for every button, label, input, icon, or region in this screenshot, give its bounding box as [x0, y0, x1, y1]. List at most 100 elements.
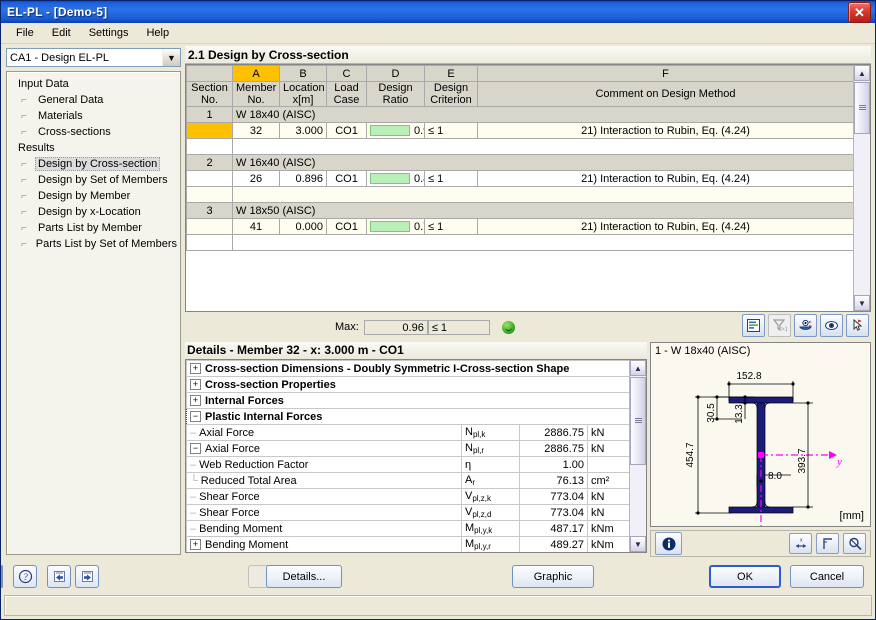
cell-member-no[interactable]: 26	[232, 170, 280, 187]
cell-design-criterion[interactable]: ≤ 1	[424, 122, 478, 139]
tree-item-design-by-x-location[interactable]: ⌐ Design by x-Location	[11, 204, 180, 220]
cell-comment[interactable]: 21) Interaction to Rubin, Eq. (4.24)	[477, 218, 854, 235]
details-row[interactable]: – Shear Force Vpl,z,k 773.04 kN	[186, 488, 630, 505]
table-section-row[interactable]: 2 W 16x40 (AISC)	[186, 154, 854, 171]
details-row[interactable]: − Axial Force Npl,r 2886.75 kN	[186, 440, 630, 457]
info-icon[interactable]	[655, 532, 682, 555]
cell-design-criterion[interactable]: ≤ 1	[424, 170, 478, 187]
cell-design-ratio[interactable]: 0.81	[366, 170, 425, 187]
scrollbar-thumb[interactable]	[854, 82, 870, 134]
tree-item-results[interactable]: Results	[11, 140, 180, 156]
scroll-down-button[interactable]: ▼	[854, 295, 870, 311]
expander-icon[interactable]: +	[190, 379, 201, 391]
details-table[interactable]: + Cross-section Dimensions - Doubly Symme…	[186, 360, 630, 552]
color-render-icon[interactable]	[794, 314, 817, 337]
table-row[interactable]: 26 0.896 CO1 0.81 ≤ 1 21) Interaction to…	[186, 170, 854, 187]
details-button[interactable]: Details...	[266, 565, 342, 588]
scroll-up-button[interactable]: ▲	[630, 360, 646, 376]
details-group-cell[interactable]: − Plastic Internal Forces	[186, 408, 630, 425]
details-row[interactable]: + Cross-section Properties	[186, 376, 630, 393]
cell-member-no[interactable]: 32	[232, 122, 280, 139]
help-icon-button[interactable]: ?	[13, 565, 37, 588]
expander-icon[interactable]: −	[190, 443, 201, 455]
cell-load-case[interactable]: CO1	[326, 122, 367, 139]
scroll-up-button[interactable]: ▲	[854, 65, 870, 81]
cell-load-case[interactable]: CO1	[326, 170, 367, 187]
blank-cells[interactable]	[232, 234, 854, 251]
cell-design-ratio[interactable]: 0.96	[366, 122, 425, 139]
tree-item-parts-list-by-set-of-members[interactable]: ⌐ Parts List by Set of Members	[11, 236, 180, 252]
chevron-down-icon[interactable]: ▼	[162, 49, 180, 66]
graphic-button[interactable]: Graphic	[512, 565, 594, 588]
expander-icon[interactable]: +	[190, 395, 201, 407]
details-row[interactable]: – Shear Force Vpl,z,d 773.04 kN	[186, 504, 630, 521]
cell-comment[interactable]: 21) Interaction to Rubin, Eq. (4.24)	[477, 122, 854, 139]
menu-item-help[interactable]: Help	[137, 25, 178, 41]
cell-design-criterion[interactable]: ≤ 1	[424, 218, 478, 235]
blank-cells[interactable]	[232, 186, 854, 203]
details-group-cell[interactable]: + Cross-section Properties	[186, 376, 630, 393]
details-group-cell[interactable]: + Internal Forces	[186, 392, 630, 409]
cell-member-no[interactable]: 41	[232, 218, 280, 235]
tree-item-general-data[interactable]: ⌐ General Data	[11, 92, 180, 108]
result-table-icon[interactable]	[742, 314, 765, 337]
details-row[interactable]: + Internal Forces	[186, 392, 630, 409]
tree-item-design-by-member[interactable]: ⌐ Design by Member	[11, 188, 180, 204]
details-group-cell[interactable]: + Cross-section Dimensions - Doubly Symme…	[186, 360, 630, 377]
zoom-icon[interactable]	[843, 533, 866, 554]
table-blank-row[interactable]	[186, 186, 854, 203]
details-row[interactable]: └ Reduced Total Area Ar 76.13 cm²	[186, 472, 630, 489]
col-letter-d[interactable]: D	[366, 65, 425, 82]
table-blank-row[interactable]	[186, 138, 854, 155]
cell-location[interactable]: 0.896	[279, 170, 327, 187]
table-section-row[interactable]: 3 W 18x50 (AISC)	[186, 202, 854, 219]
details-row[interactable]: + Cross-section Dimensions - Doubly Symme…	[186, 360, 630, 377]
details-row[interactable]: − Plastic Internal Forces	[186, 408, 630, 425]
pick-icon[interactable]	[846, 314, 869, 337]
dimensions-icon[interactable]: x	[789, 533, 812, 554]
filter-icon[interactable]: >1	[768, 314, 791, 337]
menu-item-settings[interactable]: Settings	[80, 25, 138, 41]
table-blank-row[interactable]	[186, 234, 854, 251]
tree-item-design-by-cross-section[interactable]: ⌐ Design by Cross-section	[11, 156, 180, 172]
menu-item-edit[interactable]: Edit	[43, 25, 80, 41]
tree-item-materials[interactable]: ⌐ Materials	[11, 108, 180, 124]
details-row[interactable]: – Web Reduction Factor η 1.00	[186, 456, 630, 473]
col-letter-e[interactable]: E	[424, 65, 478, 82]
menu-item-file[interactable]: File	[7, 25, 43, 41]
ok-button[interactable]: OK	[709, 565, 781, 588]
cell-load-case[interactable]: CO1	[326, 218, 367, 235]
col-letter-b[interactable]: B	[279, 65, 327, 82]
close-button[interactable]: ✕	[848, 1, 871, 23]
details-row[interactable]: – Bending Moment Mpl,y,k 487.17 kNm	[186, 520, 630, 537]
blank-cells[interactable]	[232, 138, 854, 155]
case-selector-combobox[interactable]: CA1 - Design EL-PL ▼	[6, 48, 181, 67]
next-button[interactable]	[75, 565, 99, 588]
expander-icon[interactable]: −	[190, 411, 201, 423]
previous-button[interactable]	[47, 565, 71, 588]
cell-design-ratio[interactable]: 0.75	[366, 218, 425, 235]
details-row[interactable]: + Bending Moment Mpl,y,r 489.27 kNm	[186, 536, 630, 552]
tree-item-cross-sections[interactable]: ⌐ Cross-sections	[11, 124, 180, 140]
cell-location[interactable]: 0.000	[279, 218, 327, 235]
details-scrollbar[interactable]: ▲ ▼	[629, 360, 646, 552]
axes-icon[interactable]	[816, 533, 839, 554]
results-table[interactable]: A B C D E F Section No. Member No. Locat…	[186, 65, 854, 251]
expander-icon[interactable]: +	[190, 539, 201, 551]
details-row[interactable]: – Axial Force Npl,k 2886.75 kN	[186, 424, 630, 441]
col-letter-c[interactable]: C	[326, 65, 367, 82]
cell-location[interactable]: 3.000	[279, 122, 327, 139]
table-section-row[interactable]: 1 W 18x40 (AISC)	[186, 106, 854, 123]
table-row[interactable]: 32 3.000 CO1 0.96 ≤ 1 21) Interaction to…	[186, 122, 854, 139]
cell-comment[interactable]: 21) Interaction to Rubin, Eq. (4.24)	[477, 170, 854, 187]
visibility-icon[interactable]	[820, 314, 843, 337]
scrollbar-thumb[interactable]	[630, 377, 646, 465]
cross-section-viewport[interactable]: 1 - W 18x40 (AISC) [mm] y 152.8 454.7 30…	[650, 342, 871, 527]
col-letter-a[interactable]: A	[232, 65, 280, 82]
navigation-tree[interactable]: Input Data ⌐ General Data ⌐ Materials ⌐ …	[6, 71, 181, 555]
table-row[interactable]: 41 0.000 CO1 0.75 ≤ 1 21) Interaction to…	[186, 218, 854, 235]
expander-icon[interactable]: +	[190, 363, 201, 375]
cancel-button[interactable]: Cancel	[790, 565, 864, 588]
col-letter-f[interactable]: F	[477, 65, 854, 82]
tree-item-design-by-set-of-members[interactable]: ⌐ Design by Set of Members	[11, 172, 180, 188]
